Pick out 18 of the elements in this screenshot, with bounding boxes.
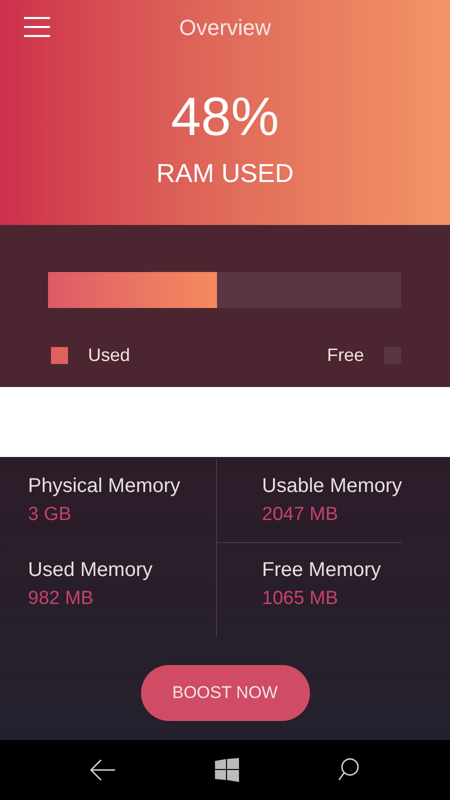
stat-label: Used Memory [28,558,154,583]
legend-label: Used [88,344,130,367]
stat-label: Usable Memory [262,474,402,499]
back-icon[interactable] [90,759,116,781]
stat-value: 1065 MB [262,587,340,611]
windows-icon[interactable] [214,758,239,782]
page-title: Overview [179,14,271,42]
usage-caption: RAM USED [156,157,294,190]
menu-icon[interactable] [24,17,50,37]
search-icon[interactable] [338,758,360,782]
stat-label: Physical Memory [28,474,182,499]
legend-label: Free [326,344,364,367]
stat-label: Free Memory [262,558,382,583]
stat-value: 3 GB [28,503,72,527]
stat-value: 2047 MB [262,503,340,527]
usage-percent: 48% [170,90,280,144]
stat-value: 982 MB [28,587,94,611]
boost-button[interactable]: BOOST NOW [140,665,310,721]
